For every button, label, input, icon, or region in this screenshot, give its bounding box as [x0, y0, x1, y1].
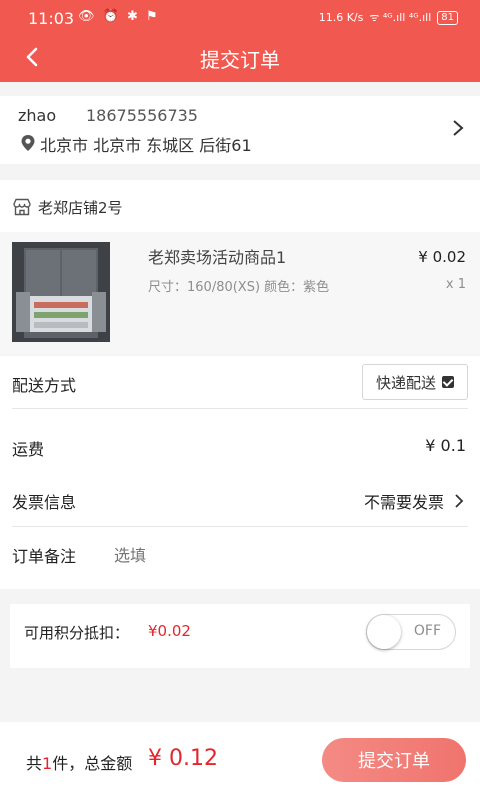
checkout-footer: 共1件，总金额 ¥ 0.12 提交订单 — [0, 722, 480, 800]
product-price: ¥ 0.02 — [418, 248, 466, 266]
delivery-method-select[interactable]: 快递配送 — [362, 364, 468, 400]
total-count: 1 — [42, 754, 53, 773]
status-right-group: 11.6 K/s ᯤ ⁴ᴳ.ıll ⁴ᴳ.ıll 81 — [319, 10, 458, 25]
delivery-value: 快递配送 — [375, 373, 436, 392]
total-suffix: 件，总金额 — [52, 754, 133, 773]
product-spec: 尺寸：160/80(XS) 颜色：紫色 — [148, 280, 330, 295]
freight-label: 运费 — [12, 440, 45, 459]
page-title: 提交订单 — [200, 48, 280, 72]
store-icon — [13, 198, 31, 216]
checkbox-checked-icon — [442, 376, 454, 388]
address-card[interactable]: zhao 18675556735 北京市 北京市 东城区 后街61 — [0, 96, 480, 164]
points-toggle[interactable]: OFF — [366, 614, 456, 650]
status-notification-icons: 👁 ⏰ ✱ ⚑ — [78, 9, 160, 24]
delivery-label: 配送方式 — [12, 376, 77, 395]
remark-input[interactable] — [112, 542, 456, 568]
divider — [12, 408, 468, 409]
store-name: 老郑店铺2号 — [38, 199, 123, 217]
toggle-state-label: OFF — [413, 623, 441, 639]
store-header: 老郑店铺2号 — [0, 180, 480, 232]
address-text: 北京市 北京市 东城区 后街61 — [40, 136, 252, 155]
signal-icon: ᯤ ⁴ᴳ.ıll ⁴ᴳ.ıll — [369, 11, 432, 24]
net-speed: 11.6 K/s — [318, 11, 364, 24]
chevron-right-icon — [453, 120, 464, 136]
freight-value: ¥ 0.1 — [425, 436, 466, 455]
points-value: ¥0.02 — [148, 622, 191, 640]
submit-order-button[interactable]: 提交订单 — [322, 738, 466, 782]
divider — [12, 526, 468, 527]
product-quantity: x 1 — [445, 277, 466, 292]
order-total-summary: 共1件，总金额 — [26, 750, 132, 774]
order-options: 配送方式 快递配送 运费 ¥ 0.1 发票信息 不需要发票 订单备注 — [0, 356, 480, 589]
points-deduction-card: 可用积分抵扣： ¥0.02 OFF — [10, 604, 470, 668]
status-time: 11:03 — [28, 9, 75, 28]
toggle-knob — [367, 615, 401, 649]
status-bar: 11:03 👁 ⏰ ✱ ⚑ 11.6 K/s ᯤ ⁴ᴳ.ıll ⁴ᴳ.ıll 8… — [0, 0, 480, 34]
product-item[interactable]: 老郑卖场活动商品1 尺寸：160/80(XS) 颜色：紫色 ¥ 0.02 x 1 — [0, 232, 480, 354]
total-prefix: 共 — [26, 754, 43, 773]
remark-label: 订单备注 — [12, 547, 77, 566]
nav-bar: 提交订单 — [0, 34, 480, 82]
battery-icon: 81 — [437, 10, 458, 25]
invoice-label: 发票信息 — [12, 493, 77, 512]
recipient-name: zhao — [18, 106, 57, 125]
invoice-value: 不需要发票 — [363, 493, 444, 512]
product-title: 老郑卖场活动商品1 — [148, 248, 287, 267]
points-label: 可用积分抵扣： — [24, 624, 130, 642]
total-amount: ¥ 0.12 — [148, 746, 218, 771]
location-pin-icon — [21, 135, 35, 151]
recipient-phone: 18675556735 — [86, 106, 198, 125]
product-thumbnail — [12, 242, 110, 342]
chevron-right-icon — [455, 494, 464, 508]
